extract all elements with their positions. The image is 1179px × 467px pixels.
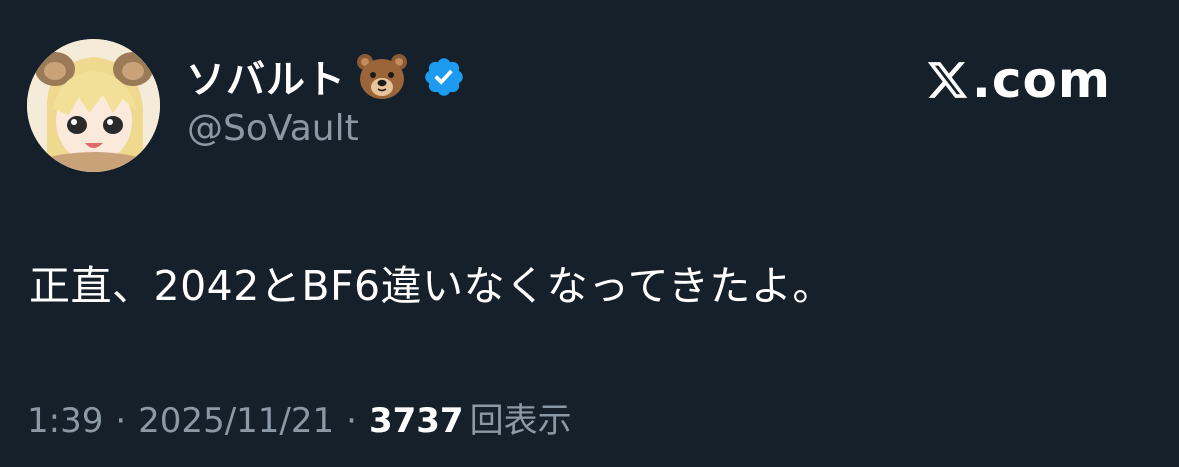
site-brand: .com bbox=[925, 52, 1111, 108]
views-count: 3737 bbox=[368, 401, 464, 441]
tweet-card: ソバルト @SoVault .com 正直、2042とBF6違いなくなってきたよ… bbox=[0, 0, 1179, 467]
views-label: 回表示 bbox=[469, 401, 572, 441]
bear-face-icon bbox=[356, 52, 408, 102]
verified-badge-icon[interactable] bbox=[422, 55, 466, 99]
display-name[interactable]: ソバルト bbox=[186, 49, 346, 105]
tweet-time[interactable]: 1:39 bbox=[27, 401, 103, 441]
meta-separator: · bbox=[346, 401, 357, 441]
meta-separator: · bbox=[115, 401, 127, 441]
author-handle[interactable]: @SoVault bbox=[187, 108, 359, 149]
author-name-row: ソバルト bbox=[186, 49, 466, 105]
site-domain-text: .com bbox=[971, 51, 1111, 109]
tweet-text: 正直、2042とBF6違いなくなってきたよ。 bbox=[29, 262, 834, 310]
avatar[interactable] bbox=[27, 39, 160, 172]
tweet-date[interactable]: 2025/11/21 bbox=[138, 401, 334, 441]
tweet-meta: 1:39 · 2025/11/21 · 3737 回表示 bbox=[27, 393, 572, 442]
x-logo-icon bbox=[925, 58, 970, 102]
